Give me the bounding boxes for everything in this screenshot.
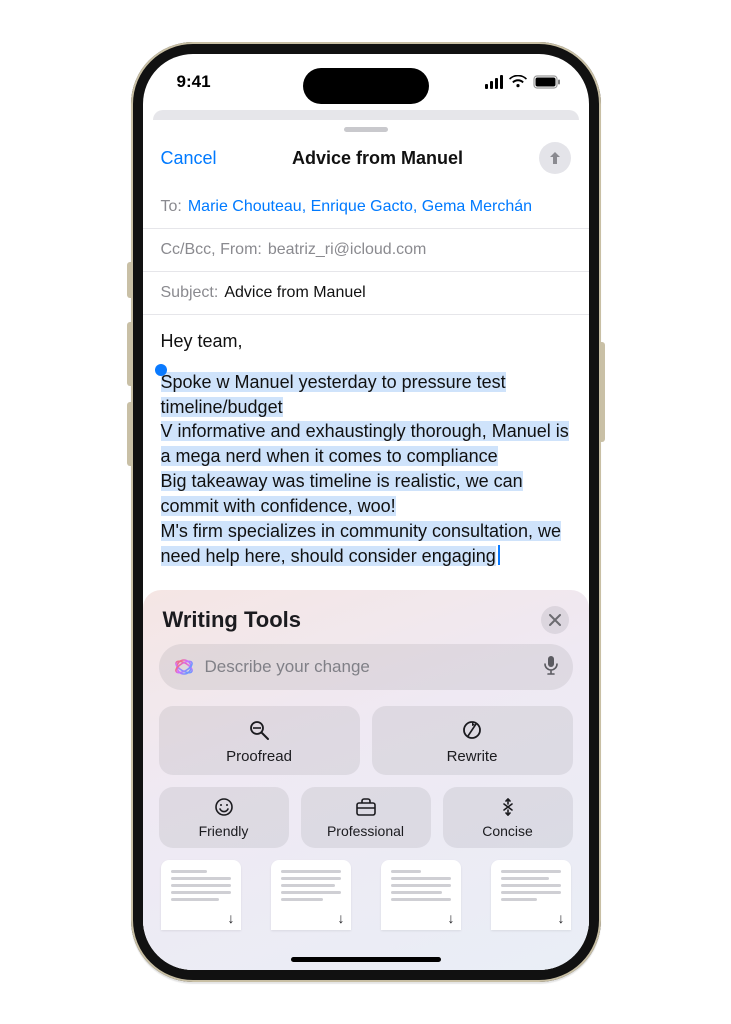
- arrow-up-icon: [547, 150, 563, 166]
- selected-text[interactable]: Spoke w Manuel yesterday to pressure tes…: [161, 372, 569, 566]
- concise-icon: [498, 797, 518, 817]
- professional-label: Professional: [327, 823, 404, 839]
- subject-value: Advice from Manuel: [224, 284, 365, 302]
- chevron-down-icon: ↓: [228, 910, 235, 926]
- chevron-down-icon: ↓: [448, 910, 455, 926]
- to-recipients[interactable]: Marie Chouteau, Enrique Gacto, Gema Merc…: [188, 198, 532, 216]
- send-button[interactable]: [539, 142, 571, 174]
- compose-nav: Cancel Advice from Manuel: [143, 132, 589, 186]
- concise-button[interactable]: Concise: [443, 787, 573, 848]
- ccbcc-field[interactable]: Cc/Bcc, From: beatriz_ri@icloud.com: [143, 229, 589, 272]
- subject-label: Subject:: [161, 284, 219, 302]
- proofread-button[interactable]: Proofread: [159, 706, 360, 775]
- close-button[interactable]: [541, 606, 569, 634]
- home-indicator[interactable]: [291, 957, 441, 962]
- briefcase-icon: [355, 797, 377, 817]
- status-time: 9:41: [177, 72, 211, 92]
- friendly-button[interactable]: Friendly: [159, 787, 289, 848]
- mute-switch: [127, 262, 131, 298]
- mic-button[interactable]: [543, 655, 559, 680]
- concise-label: Concise: [482, 823, 533, 839]
- sheet-stack-hint: [153, 110, 579, 120]
- apple-intelligence-icon: [173, 656, 195, 678]
- prompt-placeholder: Describe your change: [205, 657, 533, 677]
- compose-sheet: Cancel Advice from Manuel To: Marie Chou…: [143, 120, 589, 970]
- dynamic-island: [303, 68, 429, 104]
- format-preview-3[interactable]: ↓: [381, 860, 461, 930]
- format-preview-2[interactable]: ↓: [271, 860, 351, 930]
- format-preview-4[interactable]: ↓: [491, 860, 571, 930]
- professional-button[interactable]: Professional: [301, 787, 431, 848]
- chevron-down-icon: ↓: [558, 910, 565, 926]
- to-label: To:: [161, 198, 182, 216]
- email-body[interactable]: Hey team, Spoke w Manuel yesterday to pr…: [143, 315, 589, 568]
- text-caret: [498, 545, 500, 565]
- to-field[interactable]: To: Marie Chouteau, Enrique Gacto, Gema …: [143, 186, 589, 229]
- ccbcc-label: Cc/Bcc, From:: [161, 241, 262, 259]
- smile-icon: [214, 797, 234, 817]
- body-greeting: Hey team,: [161, 329, 571, 354]
- phone-frame: 9:41 Cancel Advice from Manuel: [131, 42, 601, 982]
- subject-field[interactable]: Subject: Advice from Manuel: [143, 272, 589, 315]
- compose-title: Advice from Manuel: [223, 148, 533, 169]
- battery-icon: [533, 75, 561, 89]
- writing-tools-panel: Writing Tools: [143, 590, 589, 970]
- close-icon: [549, 614, 561, 626]
- cellular-icon: [485, 75, 503, 89]
- prompt-input[interactable]: Describe your change: [159, 644, 573, 690]
- from-address: beatriz_ri@icloud.com: [268, 241, 427, 259]
- format-previews: ↓ ↓ ↓ ↓: [159, 860, 573, 930]
- selection-handle-start[interactable]: [155, 364, 167, 376]
- wifi-icon: [509, 75, 527, 89]
- volume-up-button: [127, 322, 131, 386]
- cancel-button[interactable]: Cancel: [161, 148, 217, 169]
- rewrite-button[interactable]: Rewrite: [372, 706, 573, 775]
- rewrite-label: Rewrite: [447, 748, 498, 765]
- volume-down-button: [127, 402, 131, 466]
- power-button: [601, 342, 605, 442]
- writing-tools-title: Writing Tools: [163, 607, 302, 633]
- mic-icon: [543, 655, 559, 675]
- chevron-down-icon: ↓: [338, 910, 345, 926]
- friendly-label: Friendly: [199, 823, 249, 839]
- magnifier-icon: [247, 718, 271, 742]
- rewrite-icon: [460, 718, 484, 742]
- proofread-label: Proofread: [226, 748, 292, 765]
- format-preview-1[interactable]: ↓: [161, 860, 241, 930]
